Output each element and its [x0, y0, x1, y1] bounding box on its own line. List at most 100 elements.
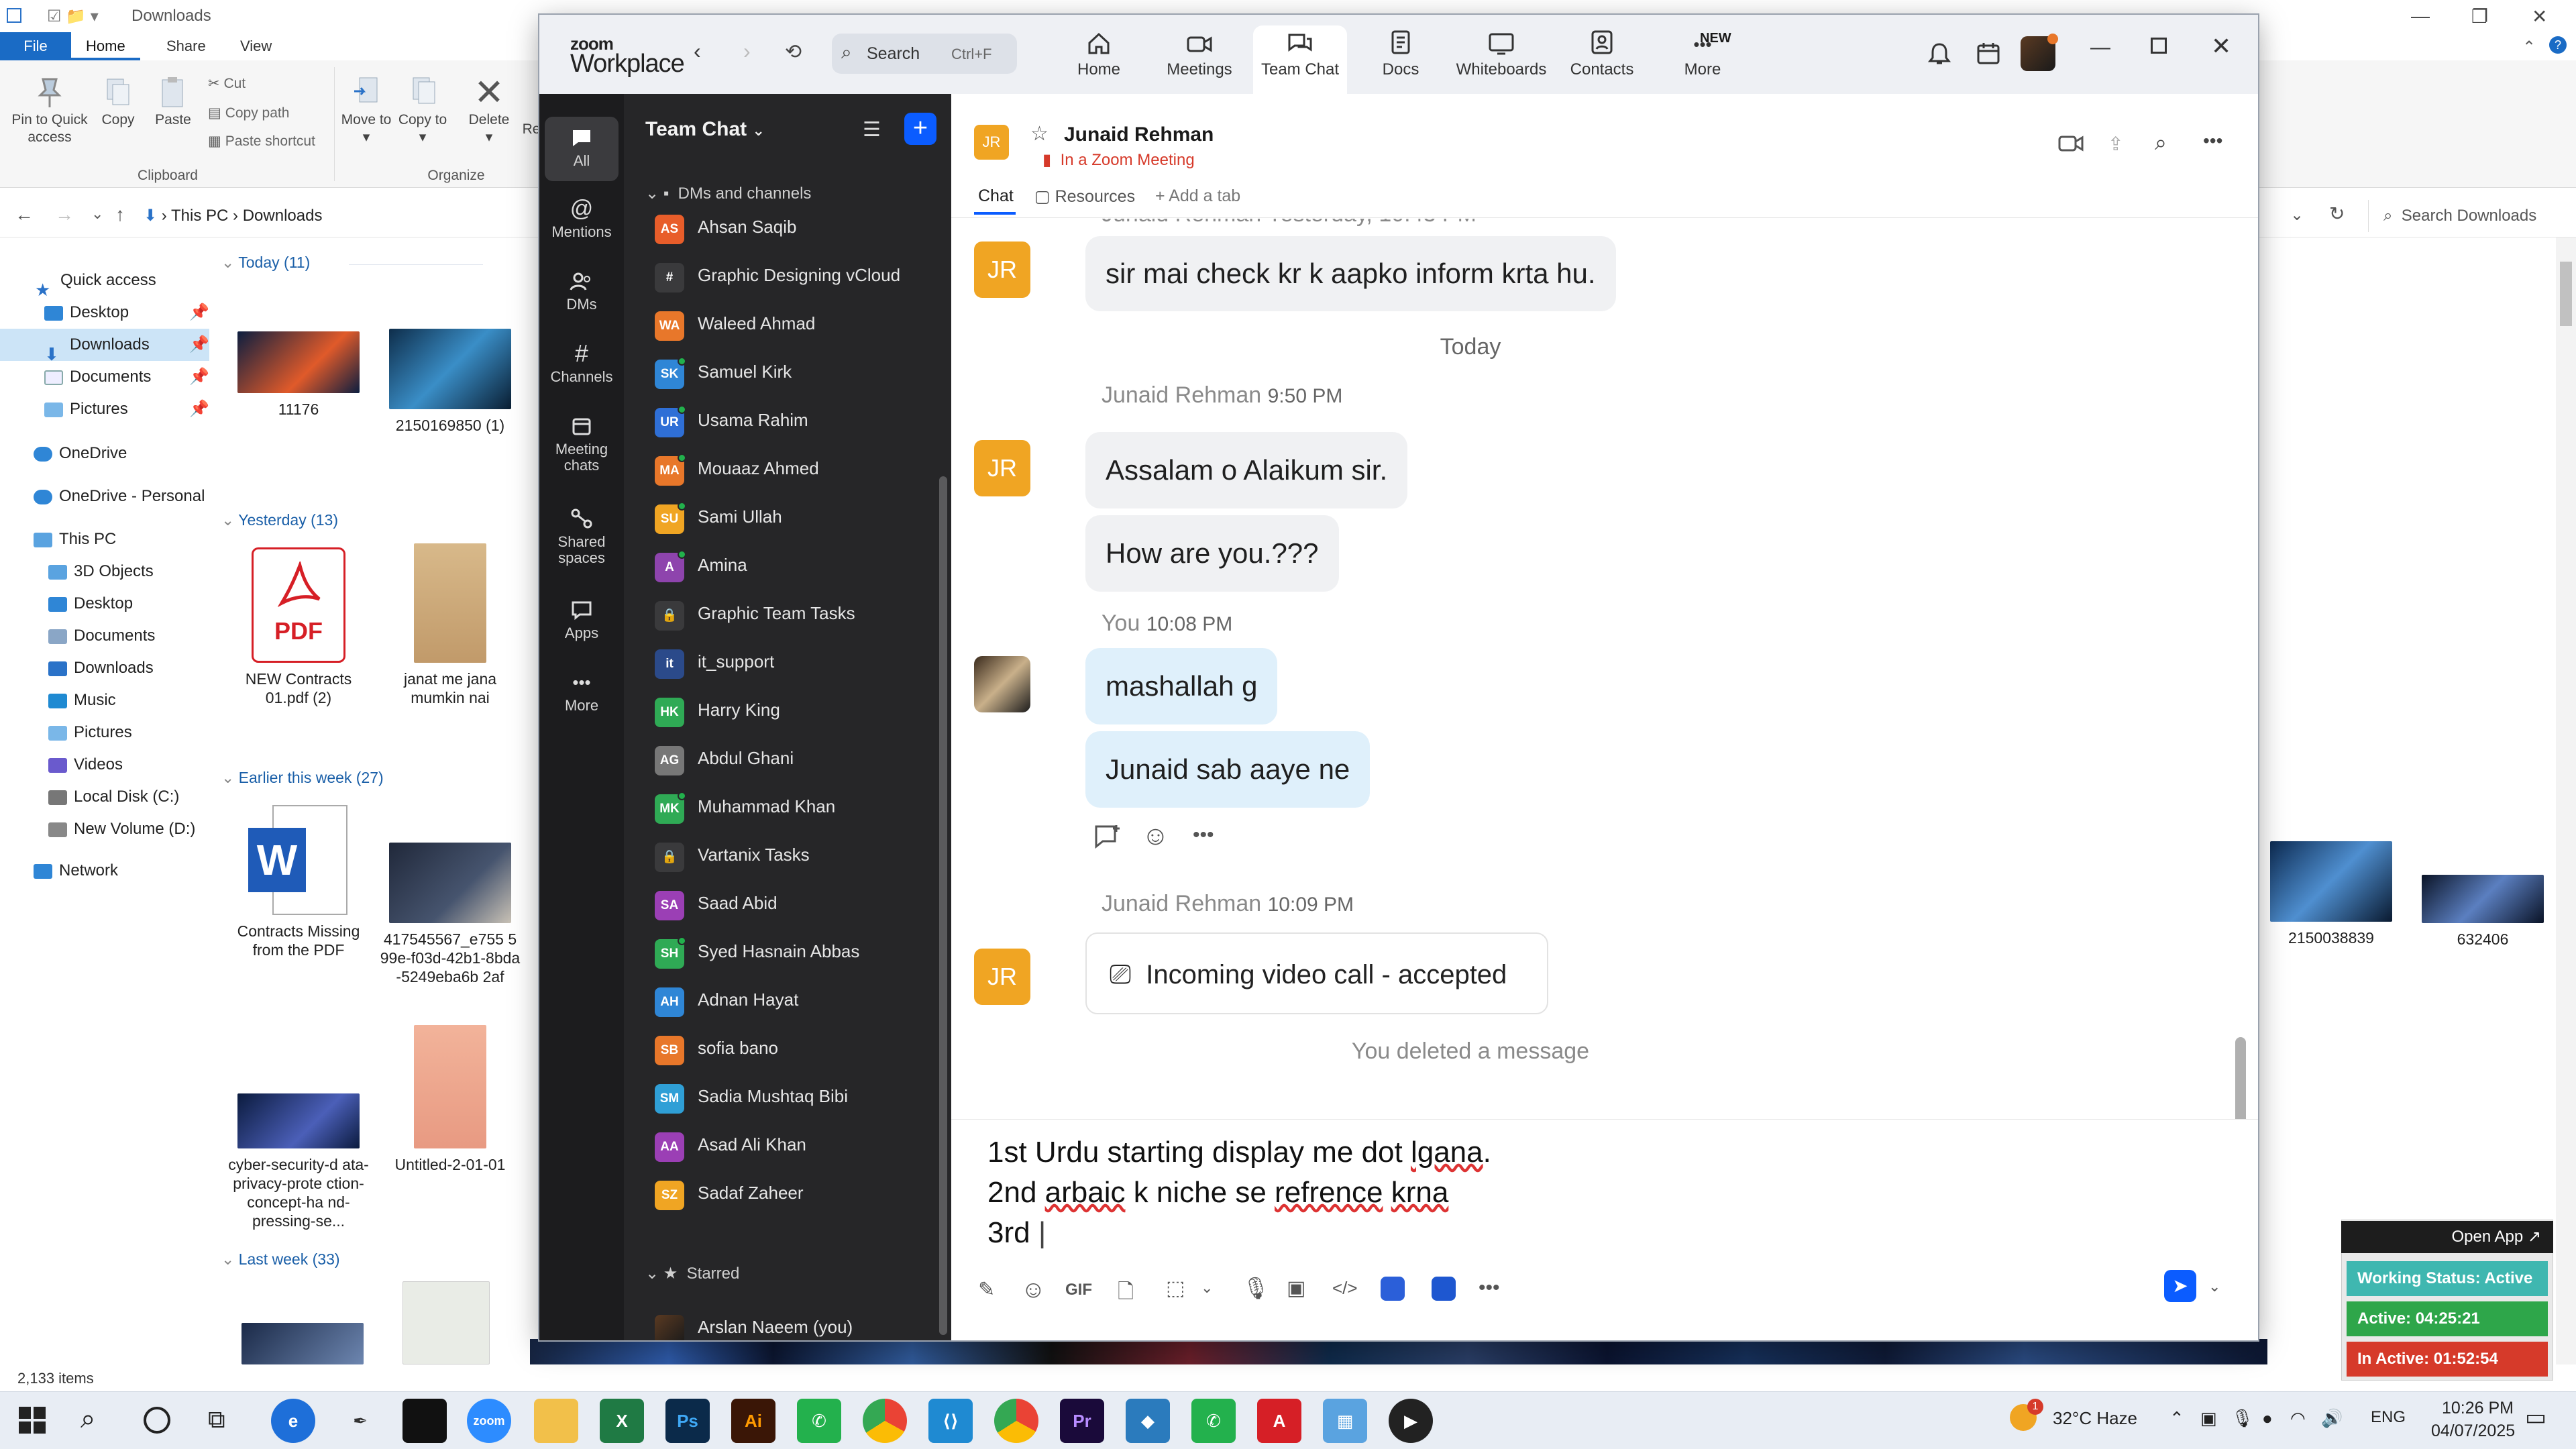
app-icon[interactable] — [1381, 1277, 1405, 1301]
file-explorer-icon[interactable] — [534, 1399, 578, 1443]
paste-shortcut-button[interactable]: ▦ Paste shortcut — [208, 133, 315, 150]
chevron-down-icon[interactable]: ⌄ — [2290, 205, 2304, 225]
file-icon[interactable]: 🗋 — [1118, 1277, 1134, 1311]
pin-quick-access-button[interactable]: Pin to Quick access — [7, 74, 93, 146]
channel-item[interactable]: # Graphic Designing vCloud — [624, 251, 939, 299]
channel-item[interactable]: AG Abdul Ghani — [624, 734, 939, 782]
tab-chat[interactable]: Chat — [978, 186, 1014, 206]
compose-area[interactable]: 1st Urdu starting display me dot lgana. … — [951, 1119, 2258, 1340]
rail-shared-spaces[interactable]: Shared spaces — [539, 503, 624, 566]
channel-item[interactable]: it it_support — [624, 637, 939, 686]
copy-button[interactable]: Copy — [94, 74, 142, 129]
tab-home[interactable]: Home — [1052, 25, 1146, 94]
rail-mentions[interactable]: @ Mentions — [539, 193, 624, 240]
search-input[interactable]: ⌕ Search Ctrl+F — [832, 34, 1017, 74]
file-item[interactable]: 2150038839 — [2261, 841, 2402, 947]
section-starred[interactable]: ⌄ ★ Starred — [645, 1264, 739, 1283]
rail-all[interactable]: All — [545, 117, 619, 181]
team-chat-title[interactable]: Team Chat ⌄ — [645, 118, 765, 141]
help-icon[interactable]: ? — [2549, 36, 2567, 54]
group-today[interactable]: ⌄ Today (11) — [221, 254, 310, 272]
tab-whiteboards[interactable]: Whiteboards — [1454, 25, 1548, 94]
file-item[interactable]: Untitled-2-01-01 — [380, 1025, 521, 1174]
message-bubble[interactable]: sir mai check kr k aapko inform krta hu. — [1085, 236, 1616, 311]
nav-pc-item[interactable]: Music — [0, 684, 209, 716]
avatar[interactable] — [2021, 34, 2058, 71]
chevron-down-icon[interactable]: ⌄ — [1201, 1279, 1213, 1297]
channel-item[interactable]: SM Sadia Mushtaq Bibi — [624, 1072, 939, 1120]
excel-icon[interactable]: X — [600, 1399, 644, 1443]
minimize-icon[interactable]: — — [2090, 36, 2110, 59]
channel-item[interactable]: SZ Sadaf Zaheer — [624, 1169, 939, 1217]
group-last-week[interactable]: ⌄ Last week (33) — [221, 1250, 340, 1269]
channel-item[interactable]: SA Saad Abid — [624, 879, 939, 927]
channel-item[interactable]: A Amina — [624, 541, 939, 589]
tab-home[interactable]: Home — [71, 32, 140, 60]
starred-item-self[interactable]: Arslan Naeem (you) — [624, 1303, 939, 1340]
tab-contacts[interactable]: Contacts — [1555, 25, 1649, 94]
channel-item[interactable]: AH Adnan Hayat — [624, 975, 939, 1024]
copy-to-button[interactable]: Copy to ▾ — [397, 74, 448, 146]
scrollbar[interactable] — [2556, 237, 2576, 1364]
compose-line[interactable]: 1st Urdu starting display me dot lgana. — [987, 1136, 1491, 1169]
nav-pc-item[interactable]: 3D Objects — [0, 555, 209, 588]
more-icon[interactable]: ••• — [1193, 824, 1214, 847]
close-icon[interactable]: ✕ — [2532, 5, 2547, 28]
file-thumbnail[interactable] — [241, 1323, 364, 1364]
rail-meeting-chats[interactable]: Meeting chats — [539, 411, 624, 474]
nav-pc-item[interactable]: Desktop — [0, 588, 209, 620]
nav-onedrive-personal[interactable]: OneDrive - Personal — [0, 480, 209, 513]
volume-icon[interactable]: 🔊 — [2321, 1408, 2343, 1429]
nav-onedrive[interactable]: OneDrive — [0, 437, 209, 470]
share-screen-icon[interactable]: ⇪ — [2108, 133, 2123, 155]
video-clip-icon[interactable]: ▣ — [1287, 1277, 1305, 1300]
scrollbar[interactable] — [2235, 1037, 2246, 1119]
add-tab-button[interactable]: + Add a tab — [1155, 186, 1240, 206]
nav-documents[interactable]: Documents 📌 — [0, 361, 209, 393]
microphone-icon[interactable]: 🎙 — [1242, 1275, 1270, 1301]
group-earlier-this-week[interactable]: ⌄ Earlier this week (27) — [221, 769, 384, 787]
file-item[interactable]: PDF NEW Contracts 01.pdf (2) — [228, 547, 369, 707]
quick-toolbar-icon[interactable]: ☑ 📁 ▾ — [47, 7, 99, 26]
close-icon[interactable]: ✕ — [2211, 32, 2231, 60]
file-item[interactable]: 2150169850 (1) — [380, 329, 521, 435]
search-input[interactable]: ⌕ Search Downloads — [2368, 200, 2569, 232]
calendar-icon[interactable] — [1976, 42, 2000, 69]
emoji-icon[interactable]: ☺ — [1021, 1275, 1046, 1303]
notification-icon[interactable]: ▭ — [2525, 1404, 2546, 1431]
phone-app-icon[interactable]: ✆ — [1191, 1399, 1236, 1443]
nav-pc-item[interactable]: Local Disk (C:) — [0, 781, 209, 813]
emoji-reaction-icon[interactable]: ☺ — [1142, 821, 1169, 851]
channel-item[interactable]: SK Samuel Kirk — [624, 347, 939, 396]
search-icon[interactable]: ⌕ — [80, 1404, 95, 1434]
language-indicator[interactable]: ENG — [2371, 1408, 2406, 1427]
group-yesterday[interactable]: ⌄ Yesterday (13) — [221, 511, 338, 529]
nav-pc-item[interactable]: Downloads — [0, 652, 209, 684]
rail-apps[interactable]: Apps — [539, 594, 624, 641]
filter-icon[interactable]: ☰ — [863, 118, 881, 142]
file-item[interactable]: janat me jana mumkin nai — [380, 543, 521, 707]
nav-pictures[interactable]: Pictures 📌 — [0, 393, 209, 425]
gif-button[interactable]: GIF — [1065, 1281, 1092, 1299]
tab-team-chat[interactable]: Team Chat — [1253, 25, 1347, 94]
chrome-profile-icon[interactable] — [994, 1399, 1038, 1443]
channel-item[interactable]: 🔒 Graphic Team Tasks — [624, 589, 939, 637]
nav-pc-item[interactable]: New Volume (D:) — [0, 813, 209, 845]
back-icon[interactable]: ← — [15, 204, 34, 225]
message-bubble[interactable]: How are you.??? — [1085, 515, 1339, 592]
app-icon[interactable]: ◆ — [1126, 1399, 1170, 1443]
app-icon[interactable] — [1432, 1277, 1456, 1301]
channel-item[interactable]: 🔒 Vartanix Tasks — [624, 830, 939, 879]
nav-pc-item[interactable]: Documents — [0, 620, 209, 652]
send-button[interactable]: ➤ — [2164, 1270, 2196, 1302]
nav-desktop[interactable]: Desktop 📌 — [0, 297, 209, 329]
file-item[interactable]: 417545567_e755 599e-f03d-42b1-8bda-5249e… — [380, 843, 521, 986]
paste-button[interactable]: Paste — [146, 74, 200, 129]
channel-item[interactable]: MA Mouaaz Ahmed — [624, 444, 939, 492]
message-bubble[interactable]: mashallah g — [1085, 648, 1278, 724]
vscode-icon[interactable]: ⟨⟩ — [928, 1399, 973, 1443]
nav-pc-item[interactable]: Videos — [0, 749, 209, 781]
tab-view[interactable]: View — [225, 32, 286, 60]
code-icon[interactable]: </> — [1332, 1278, 1358, 1299]
chevron-up-icon[interactable]: ⌃ — [2169, 1408, 2184, 1429]
